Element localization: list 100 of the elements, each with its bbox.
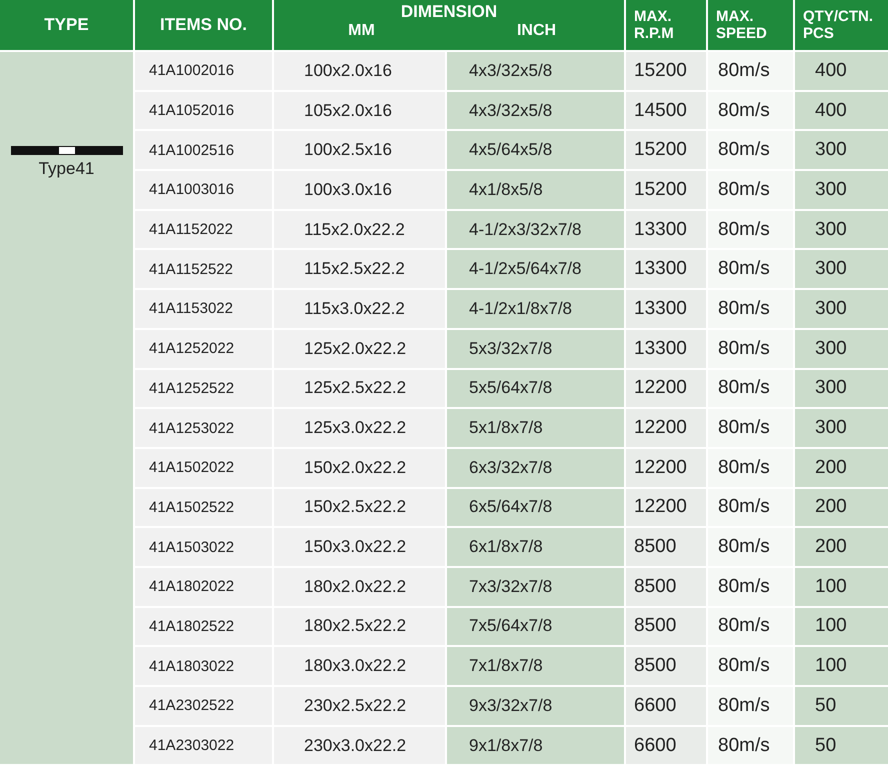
table-cell: 41A2302522 bbox=[135, 687, 272, 725]
table-cell: 100 bbox=[795, 568, 888, 606]
table-cell: 230x2.5x22.2 bbox=[274, 687, 445, 725]
table-cell: 80m/s bbox=[708, 330, 793, 368]
table-cell: 12200 bbox=[626, 409, 706, 447]
table-cell: 4x3/32x5/8 bbox=[447, 52, 624, 90]
table-cell: 300 bbox=[795, 131, 888, 170]
table-cell: 80m/s bbox=[708, 488, 793, 526]
table-cell: 13300 bbox=[626, 250, 706, 288]
table-cell: 9x1/8x7/8 bbox=[447, 726, 624, 764]
table-cell: 12200 bbox=[626, 370, 706, 408]
table-cell: 80m/s bbox=[708, 210, 793, 248]
table-cell: 13300 bbox=[626, 330, 706, 368]
table-cell: 200 bbox=[795, 448, 888, 487]
table-cell: 41A1253022 bbox=[135, 409, 272, 447]
table-cell: 5x5/64x7/8 bbox=[447, 370, 624, 408]
table-cell: 105x2.0x16 bbox=[274, 92, 445, 130]
table-cell: 12200 bbox=[626, 448, 706, 487]
table-cell: 13300 bbox=[626, 210, 706, 248]
table-cell: 41A1252522 bbox=[135, 370, 272, 408]
table-cell: 4-1/2x1/8x7/8 bbox=[447, 290, 624, 328]
table-cell: 4x3/32x5/8 bbox=[447, 92, 624, 130]
table-cell: 100 bbox=[795, 608, 888, 646]
table-cell: 180x2.5x22.2 bbox=[274, 608, 445, 646]
table-cell: 4-1/2x3/32x7/8 bbox=[447, 210, 624, 248]
table-cell: 15200 bbox=[626, 171, 706, 209]
table-cell: 115x2.0x22.2 bbox=[274, 210, 445, 248]
table-cell: 300 bbox=[795, 290, 888, 328]
table-cell: 125x2.0x22.2 bbox=[274, 330, 445, 368]
table-cell: 7x1/8x7/8 bbox=[447, 647, 624, 685]
wheel-profile-icon bbox=[10, 146, 122, 155]
table-cell: 150x2.5x22.2 bbox=[274, 488, 445, 526]
table-cell: 41A1252022 bbox=[135, 330, 272, 368]
column-header: MAX. R.P.M bbox=[626, 0, 706, 50]
table-cell: 300 bbox=[795, 210, 888, 248]
type-label: Type41 bbox=[38, 159, 94, 179]
table-cell: 100 bbox=[795, 647, 888, 685]
table-cell: 6600 bbox=[626, 687, 706, 725]
table-cell: 4x5/64x5/8 bbox=[447, 131, 624, 170]
table-cell: 80m/s bbox=[708, 448, 793, 487]
column-header: TYPE bbox=[0, 0, 133, 50]
table-cell: 41A1803022 bbox=[135, 647, 272, 685]
column-header: QTY/CTN. PCS bbox=[795, 0, 888, 50]
table-cell: 80m/s bbox=[708, 647, 793, 685]
table-cell: 300 bbox=[795, 370, 888, 408]
table-cell: 125x2.5x22.2 bbox=[274, 370, 445, 408]
table-cell: 4-1/2x5/64x7/8 bbox=[447, 250, 624, 288]
table-cell: 15200 bbox=[626, 52, 706, 90]
table-cell: 150x2.0x22.2 bbox=[274, 448, 445, 487]
table-cell: 80m/s bbox=[708, 290, 793, 328]
table-cell: 14500 bbox=[626, 92, 706, 130]
table-cell: 400 bbox=[795, 92, 888, 130]
table-cell: 80m/s bbox=[708, 92, 793, 130]
table-cell: 230x3.0x22.2 bbox=[274, 726, 445, 764]
table-cell: 41A1152022 bbox=[135, 210, 272, 248]
table-cell: 6600 bbox=[626, 726, 706, 764]
table-cell: 41A1502022 bbox=[135, 448, 272, 487]
table-cell: 100x2.5x16 bbox=[274, 131, 445, 170]
table-cell: 50 bbox=[795, 687, 888, 725]
table-cell: 8500 bbox=[626, 647, 706, 685]
table-cell: 41A1052016 bbox=[135, 92, 272, 130]
table-cell: 41A1002516 bbox=[135, 131, 272, 170]
table-cell: 80m/s bbox=[708, 52, 793, 90]
table-cell: 80m/s bbox=[708, 370, 793, 408]
table-cell: 150x3.0x22.2 bbox=[274, 528, 445, 566]
table-cell: 100x2.0x16 bbox=[274, 52, 445, 90]
table-cell: 8500 bbox=[626, 568, 706, 606]
table-cell: 80m/s bbox=[708, 409, 793, 447]
table-cell: 6x3/32x7/8 bbox=[447, 448, 624, 487]
table-cell: 41A1152522 bbox=[135, 250, 272, 288]
column-header: ITEMS NO. bbox=[135, 0, 272, 50]
table-cell: 300 bbox=[795, 171, 888, 209]
table-cell: 300 bbox=[795, 330, 888, 368]
table-cell: 5x1/8x7/8 bbox=[447, 409, 624, 447]
column-header: MM bbox=[347, 22, 376, 40]
table-cell: 13300 bbox=[626, 290, 706, 328]
table-cell: 125x3.0x22.2 bbox=[274, 409, 445, 447]
table-cell: 15200 bbox=[626, 131, 706, 170]
table-cell: 300 bbox=[795, 250, 888, 288]
table-cell: 80m/s bbox=[708, 687, 793, 725]
table-cell: 41A1802022 bbox=[135, 568, 272, 606]
table-cell: 115x3.0x22.2 bbox=[274, 290, 445, 328]
table-cell: 12200 bbox=[626, 488, 706, 526]
table-cell: 200 bbox=[795, 528, 888, 566]
table-cell: 41A2303022 bbox=[135, 726, 272, 764]
table-cell: 41A1003016 bbox=[135, 171, 272, 209]
table-cell: 50 bbox=[795, 726, 888, 764]
table-cell: 400 bbox=[795, 52, 888, 90]
table-cell: 80m/s bbox=[708, 131, 793, 170]
table-cell: 80m/s bbox=[708, 528, 793, 566]
table-cell: 7x3/32x7/8 bbox=[447, 568, 624, 606]
table-cell: 7x5/64x7/8 bbox=[447, 608, 624, 646]
table-cell: 8500 bbox=[626, 608, 706, 646]
table-cell: 200 bbox=[795, 488, 888, 526]
table-cell: 80m/s bbox=[708, 608, 793, 646]
table-cell: 80m/s bbox=[708, 171, 793, 209]
table-cell: 180x3.0x22.2 bbox=[274, 647, 445, 685]
table-cell: 6x5/64x7/8 bbox=[447, 488, 624, 526]
table-cell: 80m/s bbox=[708, 568, 793, 606]
table-cell: 115x2.5x22.2 bbox=[274, 250, 445, 288]
